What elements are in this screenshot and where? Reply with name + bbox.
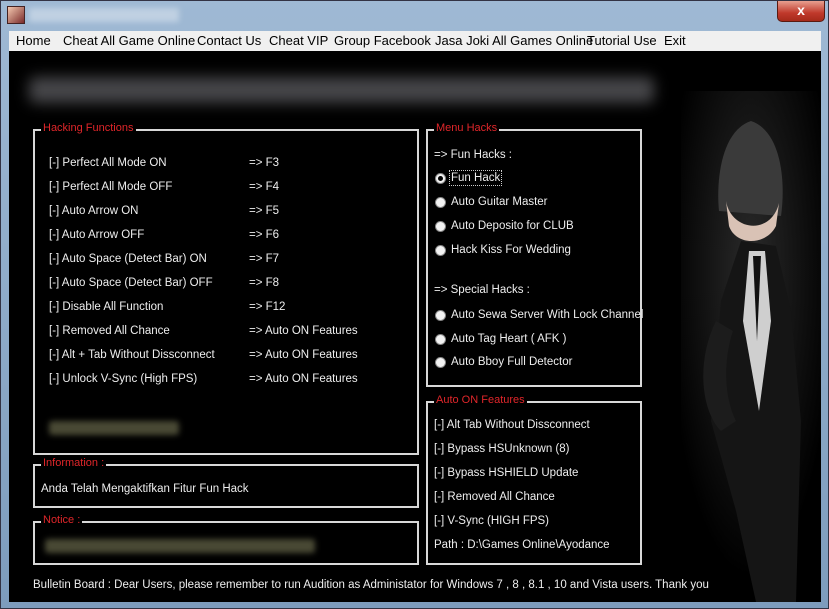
radio-label-auto-deposito[interactable]: Auto Deposito for CLUB xyxy=(451,220,574,232)
special-hacks-header: => Special Hacks : xyxy=(434,284,530,296)
menu-bar: Home Cheat All Game Online Contact Us Ch… xyxy=(9,31,821,52)
hotkey-key: => F6 xyxy=(249,229,280,241)
menu-hacks-group: Menu Hacks => Fun Hacks : Fun Hack Auto … xyxy=(426,122,643,387)
radio-label-auto-sewa-server[interactable]: Auto Sewa Server With Lock Channel xyxy=(451,309,643,321)
notice-title: Notice : xyxy=(41,514,83,526)
radio-label-hack-kiss[interactable]: Hack Kiss For Wedding xyxy=(451,244,571,256)
hotkey-key: => F8 xyxy=(249,277,280,289)
hotkey-label: [-] Perfect All Mode OFF xyxy=(49,181,173,193)
menu-contact-us[interactable]: Contact Us xyxy=(197,33,261,48)
radio-hack-kiss[interactable] xyxy=(435,245,446,256)
hacking-functions-group: Hacking Functions [-] Perfect All Mode O… xyxy=(33,122,419,455)
hotkey-key: => F4 xyxy=(249,181,280,193)
menu-cheat-all-game-online[interactable]: Cheat All Game Online xyxy=(63,33,195,48)
radio-auto-tag-heart[interactable] xyxy=(435,334,446,345)
hotkey-label: [-] Auto Space (Detect Bar) ON xyxy=(49,253,207,265)
notice-group: Notice : xyxy=(33,514,419,565)
menu-exit[interactable]: Exit xyxy=(664,33,686,48)
banner-logo-blurred xyxy=(29,77,654,103)
hotkey-label: [-] Unlock V-Sync (High FPS) xyxy=(49,373,198,385)
radio-fun-hack[interactable] xyxy=(435,173,446,184)
app-icon xyxy=(7,6,25,24)
hotkey-label: [-] Alt + Tab Without Dissconnect xyxy=(49,349,215,361)
title-bar[interactable]: x xyxy=(1,1,829,31)
blurred-notice-text xyxy=(45,539,315,553)
hotkey-label: [-] Auto Arrow ON xyxy=(49,205,139,217)
character-image xyxy=(681,91,821,602)
hotkey-label: [-] Auto Space (Detect Bar) OFF xyxy=(49,277,213,289)
radio-auto-bboy[interactable] xyxy=(435,357,446,368)
app-window: x Home Cheat All Game Online Contact Us … xyxy=(0,0,829,609)
hotkey-label: [-] Disable All Function xyxy=(49,301,164,313)
bulletin-board: Bulletin Board : Dear Users, please reme… xyxy=(33,579,709,591)
feature-item: [-] V-Sync (HIGH FPS) xyxy=(434,515,550,527)
hotkey-key: => F3 xyxy=(249,157,280,169)
radio-label-auto-guitar-master[interactable]: Auto Guitar Master xyxy=(451,196,548,208)
hotkey-key: => F12 xyxy=(249,301,286,313)
auto-on-features-group: Auto ON Features [-] Alt Tab Without Dis… xyxy=(426,394,642,565)
window-title-blurred xyxy=(29,8,179,22)
radio-label-fun-hack[interactable]: Fun Hack xyxy=(448,170,503,186)
feature-item: [-] Bypass HSUnknown (8) xyxy=(434,443,570,455)
hotkey-key: => F5 xyxy=(249,205,280,217)
radio-label-auto-tag-heart[interactable]: Auto Tag Heart ( AFK ) xyxy=(451,333,566,345)
radio-auto-deposito[interactable] xyxy=(435,221,446,232)
game-path: Path : D:\Games Online\Ayodance xyxy=(434,539,610,551)
close-button[interactable]: x xyxy=(777,1,825,22)
information-text: Anda Telah Mengaktifkan Fitur Fun Hack xyxy=(41,483,249,495)
hotkey-label: [-] Auto Arrow OFF xyxy=(49,229,145,241)
hotkey-key: => Auto ON Features xyxy=(249,325,358,337)
hotkey-key: => F7 xyxy=(249,253,280,265)
menu-cheat-vip[interactable]: Cheat VIP xyxy=(269,33,328,48)
menu-tutorial-use[interactable]: Tutorial Use xyxy=(587,33,657,48)
main-panel: Hacking Functions [-] Perfect All Mode O… xyxy=(9,51,821,602)
information-title: Information : xyxy=(41,457,107,469)
hotkey-key: => Auto ON Features xyxy=(249,373,358,385)
feature-item: [-] Bypass HSHIELD Update xyxy=(434,467,579,479)
radio-auto-sewa-server[interactable] xyxy=(435,310,446,321)
hotkey-label: [-] Removed All Chance xyxy=(49,325,170,337)
menu-home[interactable]: Home xyxy=(16,33,51,48)
feature-item: [-] Alt Tab Without Dissconnect xyxy=(434,419,590,431)
fun-hacks-header: => Fun Hacks : xyxy=(434,149,512,161)
menu-jasa-joki[interactable]: Jasa Joki All Games Online xyxy=(435,33,593,48)
hacking-functions-title: Hacking Functions xyxy=(41,122,136,134)
radio-auto-guitar-master[interactable] xyxy=(435,197,446,208)
feature-item: [-] Removed All Chance xyxy=(434,491,555,503)
radio-label-auto-bboy[interactable]: Auto Bboy Full Detector xyxy=(451,356,572,368)
auto-on-features-title: Auto ON Features xyxy=(434,394,527,406)
blurred-text xyxy=(49,421,179,435)
information-group: Information : Anda Telah Mengaktifkan Fi… xyxy=(33,457,419,508)
hotkey-key: => Auto ON Features xyxy=(249,349,358,361)
menu-group-facebook[interactable]: Group Facebook xyxy=(334,33,431,48)
menu-hacks-title: Menu Hacks xyxy=(434,122,500,134)
hotkey-label: [-] Perfect All Mode ON xyxy=(49,157,167,169)
